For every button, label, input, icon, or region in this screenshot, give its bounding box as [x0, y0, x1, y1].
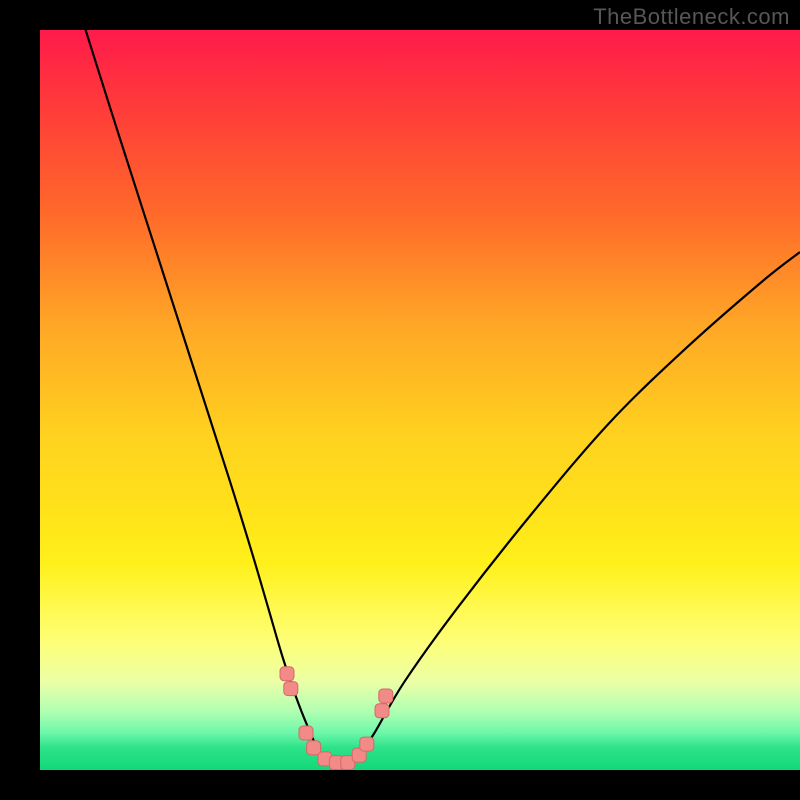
curve-marker [299, 726, 313, 740]
curve-marker [280, 667, 294, 681]
curve-marker [307, 741, 321, 755]
bottleneck-curve [86, 30, 800, 767]
curve-marker [284, 682, 298, 696]
marker-group [280, 667, 393, 770]
curve-marker [379, 689, 393, 703]
chart-frame: TheBottleneck.com [0, 0, 800, 800]
chart-overlay [40, 30, 800, 770]
curve-marker [375, 704, 389, 718]
watermark-text: TheBottleneck.com [593, 4, 790, 30]
curve-marker [360, 737, 374, 751]
